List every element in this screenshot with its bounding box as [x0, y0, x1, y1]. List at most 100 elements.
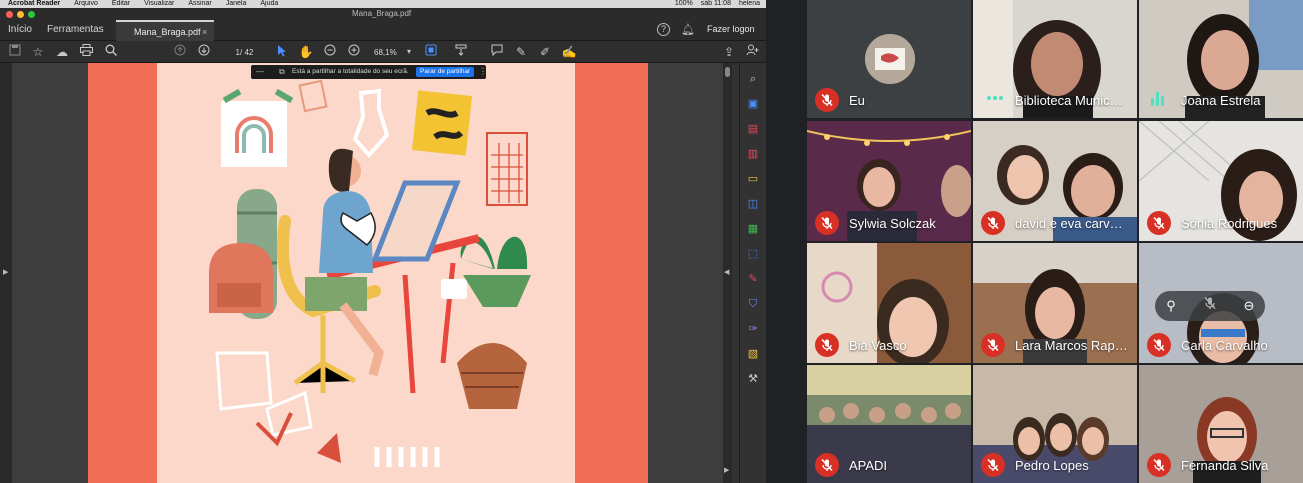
window-title: Mana_Braga.pdf [352, 9, 412, 18]
mic-off-icon [981, 211, 1005, 235]
screen-share-bar: — ⧉ Está a partilhar a totalidade do seu… [251, 65, 487, 79]
rail-send-icon[interactable]: ▧ [745, 346, 761, 362]
fill-sign-icon[interactable]: ✍ [561, 44, 577, 60]
zoom-level[interactable]: 68,1% [374, 46, 397, 59]
zoom-window-button[interactable] [28, 11, 35, 18]
menu-visualizar[interactable]: Visualizar [144, 0, 174, 8]
mic-off-icon [1147, 453, 1171, 477]
collapse-right-pane-icon[interactable]: ◀ [724, 268, 729, 276]
stop-sharing-button[interactable]: Parar de partilhar [416, 67, 475, 77]
rail-create-pdf-icon[interactable]: ▥ [745, 146, 761, 162]
add-user-icon[interactable] [744, 44, 760, 60]
expand-left-pane-icon[interactable]: ▶ [3, 268, 8, 276]
rail-comment-icon[interactable]: ▭ [745, 171, 761, 187]
participant-tile[interactable]: david e eva carv… [973, 121, 1137, 241]
vertical-scrollbar[interactable]: ◀ ▶ [723, 63, 732, 483]
prev-page-icon[interactable] [172, 44, 188, 60]
share-icon[interactable]: ⇪ [721, 44, 737, 60]
scroll-mode-icon[interactable] [453, 44, 469, 60]
mic-off-icon [981, 453, 1005, 477]
print-icon[interactable] [78, 44, 94, 60]
menu-assinar[interactable]: Assinar [188, 0, 211, 8]
login-button[interactable]: Fazer logon [707, 24, 755, 34]
audio-level-icon [1151, 92, 1167, 106]
divider [766, 0, 807, 483]
rail-zoom-icon[interactable]: ⌕ [745, 71, 761, 87]
nav-tools[interactable]: Ferramentas [47, 24, 104, 35]
share-bar-collapse-icon[interactable]: — [256, 65, 264, 79]
close-window-button[interactable] [6, 11, 13, 18]
select-cursor-icon[interactable] [274, 44, 290, 60]
participant-tile[interactable]: Biblioteca Munic… [973, 0, 1137, 118]
minimize-window-button[interactable] [17, 11, 24, 18]
participant-tile[interactable]: Lara Marcos Rap… [973, 243, 1137, 363]
menu-editar[interactable]: Editar [112, 0, 130, 8]
participant-tile[interactable]: Joana Estrela [1139, 0, 1303, 118]
rail-more-tools-icon[interactable]: ⚒ [745, 371, 761, 387]
participant-tile[interactable]: ⚲ ⊖ Carla Carvalho [1139, 243, 1303, 363]
help-icon[interactable]: ? [657, 23, 670, 36]
participant-tile[interactable]: Sylwia Solczak [807, 121, 971, 241]
share-bar-drag-handle-icon[interactable]: ⋮ [479, 65, 487, 79]
hand-tool-icon[interactable]: ✋ [298, 44, 314, 60]
menu-ajuda[interactable]: Ajuda [260, 0, 278, 8]
cloud-upload-icon[interactable]: ☁ [54, 44, 70, 60]
participant-tile[interactable]: Sónia Rodrigues [1139, 121, 1303, 241]
document-viewport[interactable] [12, 63, 723, 483]
mic-off-icon [815, 453, 839, 477]
bell-icon[interactable]: 🔔︎ [681, 23, 695, 36]
participant-tile[interactable]: Bia Vasco [807, 243, 971, 363]
pin-icon[interactable]: ⚲ [1161, 296, 1181, 316]
tab-close-button[interactable]: × [202, 27, 207, 37]
participant-name: Carla Carvalho [1181, 338, 1268, 353]
menu-app-name[interactable]: Acrobat Reader [8, 0, 60, 8]
tile-hover-controls: ⚲ ⊖ [1155, 291, 1265, 321]
rail-export-pdf-icon[interactable]: ▣ [745, 96, 761, 112]
participant-name: Eu [849, 93, 865, 108]
menu-arquivo[interactable]: Arquivo [74, 0, 98, 8]
menu-janela[interactable]: Janela [226, 0, 247, 8]
rail-sign-icon[interactable]: ✑ [745, 321, 761, 337]
participant-name: david e eva carv… [1015, 216, 1123, 231]
highlight-pen-icon[interactable]: ✎ [513, 44, 529, 60]
participant-name: Joana Estrela [1181, 93, 1261, 108]
nav-home[interactable]: Início [8, 24, 32, 35]
bookmark-star-icon[interactable]: ☆ [30, 44, 46, 60]
zoom-in-icon[interactable] [346, 44, 362, 60]
save-icon[interactable] [7, 44, 23, 60]
remove-participant-icon[interactable]: ⊖ [1239, 296, 1259, 316]
meet-participant-grid: Eu Biblioteca Munic… Joana Estrela Sylwi… [807, 0, 1303, 483]
screen: Acrobat Reader Arquivo Editar Visualizar… [0, 0, 1303, 483]
zoom-out-icon[interactable] [322, 44, 338, 60]
search-icon[interactable] [103, 44, 119, 60]
share-bar-message: Está a partilhar a totalidade do seu ecr… [292, 68, 409, 75]
draw-icon[interactable]: ✐ [537, 44, 553, 60]
menubar-clock[interactable]: sáb 11:08 [701, 0, 731, 8]
document-tab[interactable]: Mana_Braga.pdf × [116, 20, 214, 41]
battery-status[interactable]: 100% [675, 0, 693, 8]
left-pane-collapsed[interactable]: ▶ [0, 63, 12, 483]
rail-edit-icon[interactable]: ⬚ [745, 246, 761, 262]
participant-tile[interactable]: APADI [807, 365, 971, 483]
participant-tile[interactable]: Pedro Lopes [973, 365, 1137, 483]
fit-page-icon[interactable] [423, 44, 439, 60]
rail-combine-icon[interactable]: ◫ [745, 196, 761, 212]
participant-tile[interactable]: Eu [807, 0, 971, 118]
next-page-icon[interactable] [196, 44, 212, 60]
menubar-user[interactable]: helena [739, 0, 760, 8]
zoom-dropdown-chevron-icon[interactable]: ▾ [401, 44, 417, 60]
avatar [865, 34, 915, 84]
page-total: / 42 [240, 48, 254, 57]
scroll-down-icon[interactable]: ▶ [724, 466, 729, 474]
participant-tile[interactable]: Fernanda Silva [1139, 365, 1303, 483]
rail-protect-icon[interactable]: ⛉ [745, 296, 761, 312]
rail-compress-icon[interactable]: ▦ [745, 221, 761, 237]
rail-fill-sign-icon[interactable]: ✎ [745, 271, 761, 287]
participant-name: Sylwia Solczak [849, 216, 936, 231]
page-number-input[interactable]: 1 [216, 46, 240, 59]
comment-icon[interactable] [489, 44, 505, 60]
scrollbar-thumb[interactable] [725, 67, 730, 77]
mic-off-control-icon[interactable] [1200, 296, 1220, 316]
rail-organize-icon[interactable]: ▤ [745, 121, 761, 137]
tab-bar: Início Ferramentas Mana_Braga.pdf × ? 🔔︎… [0, 20, 766, 41]
